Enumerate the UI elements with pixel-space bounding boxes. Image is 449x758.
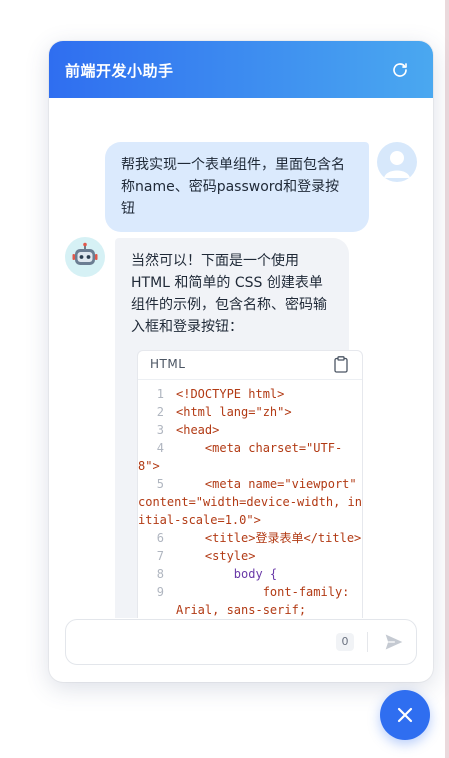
code-block: HTML 1 <!DOCTYPE html> 2 <html lang="zh"> … xyxy=(137,350,363,618)
char-count: 0 xyxy=(336,633,354,651)
message-input[interactable]: 0 xyxy=(65,619,417,665)
bot-avatar xyxy=(65,237,105,277)
code-line: 2 <html lang="zh"> xyxy=(156,405,292,419)
code-header: HTML xyxy=(138,351,362,380)
message-list: 帮我实现一个表单组件，里面包含名称name、密码password和登录按钮 当然… xyxy=(49,98,433,618)
code-line: 7 <style> xyxy=(156,549,256,563)
code-line: 9 font-family: Arial, sans-serif; xyxy=(156,585,357,617)
robot-icon xyxy=(72,242,98,265)
code-line: 4 <meta charset="UTF-8"> xyxy=(138,441,343,473)
close-chat-button[interactable] xyxy=(380,690,430,740)
refresh-icon[interactable] xyxy=(391,61,409,79)
code-line: 1 <!DOCTYPE html> xyxy=(156,387,285,401)
user-avatar xyxy=(377,142,417,182)
code-line: 8 body { xyxy=(156,567,278,581)
code-line: 3 <head> xyxy=(156,423,220,437)
chat-window: 前端开发小助手 帮我实现一个表单组件，里面包含名称name、密码password… xyxy=(49,41,433,682)
chat-title: 前端开发小助手 xyxy=(65,62,174,80)
user-icon xyxy=(384,151,410,178)
clipboard-icon[interactable] xyxy=(334,356,348,373)
code-lines: 1 <!DOCTYPE html> 2 <html lang="zh"> 3 <hea… xyxy=(138,380,362,618)
code-line: 5 <meta name="viewport" content="width=d… xyxy=(138,477,362,527)
code-language: HTML xyxy=(150,357,186,371)
close-icon xyxy=(397,707,413,723)
user-message: 帮我实现一个表单组件，里面包含名称name、密码password和登录按钮 xyxy=(105,142,369,232)
send-icon[interactable] xyxy=(384,632,404,652)
input-divider xyxy=(367,632,368,652)
code-line: 6 <title>登录表单</title> xyxy=(156,531,362,545)
page-edge xyxy=(445,0,449,758)
bot-message-text: 当然可以！下面是一个使用 HTML 和简单的 CSS 创建表单组件的示例，包含名… xyxy=(131,253,327,335)
chat-header: 前端开发小助手 xyxy=(49,41,433,98)
